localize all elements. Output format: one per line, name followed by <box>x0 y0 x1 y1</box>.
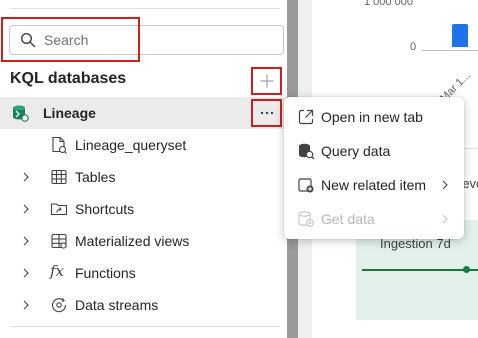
search-placeholder: Search <box>44 32 89 48</box>
menu-item-label: New related item <box>321 177 427 193</box>
database-name: Lineage <box>43 105 96 121</box>
plus-icon <box>260 74 274 88</box>
get-data-icon <box>298 211 314 227</box>
menu-item-open-new-tab[interactable]: Open in new tab <box>284 100 464 134</box>
tree-item-queryset[interactable]: Lineage_queryset <box>0 129 287 161</box>
menu-item-label: Open in new tab <box>321 109 423 125</box>
ingestion-point <box>463 266 470 273</box>
y-axis-tick-zero: 0 <box>410 41 417 53</box>
menu-item-get-data[interactable]: Get data <box>284 202 464 236</box>
section-title: KQL databases <box>10 70 127 87</box>
table-icon <box>51 169 67 185</box>
menu-item-new-related-item[interactable]: New related item <box>284 168 464 202</box>
chevron-right-icon <box>23 268 29 278</box>
function-fx-icon: 𝑓x <box>50 262 65 280</box>
context-menu: Open in new tab Query data New related i… <box>284 97 464 239</box>
tree-item-functions[interactable]: 𝑓x Functions <box>0 257 287 289</box>
database-row-lineage[interactable]: Lineage <box>0 97 287 129</box>
tree-item-tables[interactable]: Tables <box>0 161 287 193</box>
chevron-right-icon <box>442 180 448 190</box>
search-input[interactable]: Search <box>9 25 284 55</box>
tree-item-materialized-views[interactable]: Materialized views <box>0 225 287 257</box>
chart-bar <box>452 24 468 47</box>
tree-item-label: Lineage_queryset <box>75 137 187 153</box>
kql-database-icon <box>13 105 29 122</box>
chevron-right-icon <box>23 300 29 310</box>
chevron-right-icon <box>442 214 448 224</box>
tree-item-label: Materialized views <box>75 233 190 249</box>
menu-item-label: Get data <box>321 211 375 227</box>
divider <box>10 326 280 327</box>
explorer-panel: Search KQL databases Lineage Lineage_que… <box>0 0 287 338</box>
chevron-right-icon <box>23 172 29 182</box>
tree-item-label: Functions <box>75 265 136 281</box>
search-icon <box>20 32 36 48</box>
ingestion-sparkline <box>362 269 478 271</box>
more-options-button[interactable] <box>255 101 279 125</box>
y-axis-tick-top: 1 000 000 <box>364 0 413 8</box>
tree-item-label: Shortcuts <box>75 201 135 217</box>
add-database-button[interactable] <box>255 69 279 93</box>
more-horizontal-icon <box>260 111 274 115</box>
data-stream-icon <box>51 298 67 313</box>
tree-item-data-streams[interactable]: Data streams <box>0 289 287 321</box>
divider <box>10 8 280 9</box>
tree-item-label: Tables <box>75 169 116 185</box>
chevron-right-icon <box>23 236 29 246</box>
chart-x-axis <box>422 50 478 51</box>
new-item-icon <box>298 178 314 193</box>
menu-item-label: Query data <box>321 143 391 159</box>
menu-item-query-data[interactable]: Query data <box>284 134 464 168</box>
tree-item-shortcuts[interactable]: Shortcuts <box>0 193 287 225</box>
open-new-tab-icon <box>298 109 314 125</box>
tree-item-label: Data streams <box>75 297 159 313</box>
materialized-view-icon <box>51 233 67 249</box>
shortcut-folder-icon <box>50 203 68 216</box>
query-database-icon <box>299 143 315 160</box>
queryset-icon <box>52 136 67 154</box>
chevron-right-icon <box>23 204 29 214</box>
